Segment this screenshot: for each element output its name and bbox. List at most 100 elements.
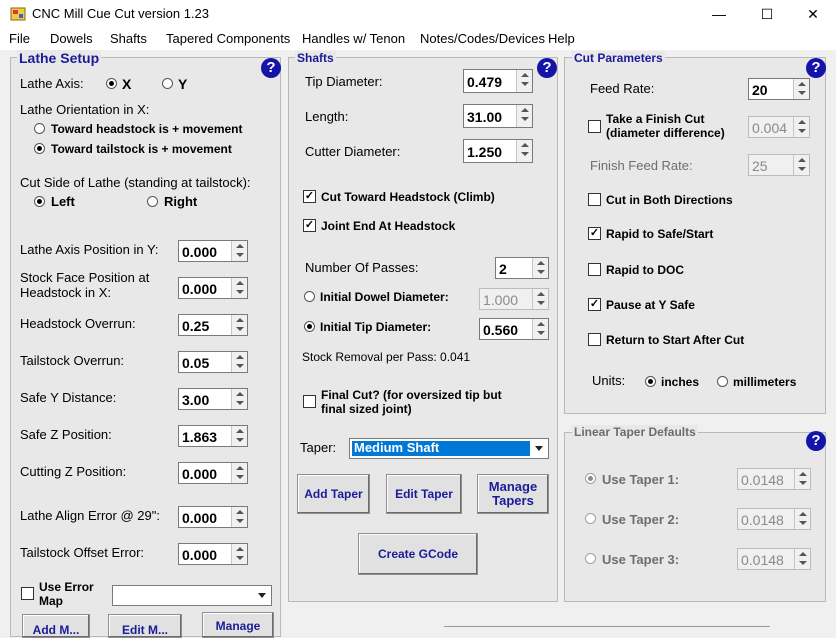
menu-dowels[interactable]: Dowels [50,31,93,46]
axis-y-label: Y [178,76,188,92]
joint-end-headstock-checkbox[interactable]: ✓ [303,219,316,232]
rapid-safe-checkbox[interactable]: ✓ [588,227,601,240]
feed-rate-label: Feed Rate: [590,81,655,96]
initial-dowel-input[interactable]: 1.000 [479,288,549,310]
taper2-input[interactable]: 0.0148 [737,508,811,530]
side-left-radio[interactable] [34,196,45,207]
edit-taper-button[interactable]: Edit Taper [386,474,462,514]
cut-side-label: Cut Side of Lathe (standing at tailstock… [20,175,251,190]
menu-handles[interactable]: Handles w/ Tenon [302,31,405,46]
orientation-label: Lathe Orientation in X: [20,102,150,117]
edit-error-map-button[interactable]: Edit M... [108,614,182,638]
rapid-doc-checkbox[interactable] [588,263,601,276]
maximize-button[interactable]: ☐ [744,0,790,28]
taper1-input[interactable]: 0.0148 [737,468,811,490]
safe-y-label: Safe Y Distance: [20,390,117,405]
axis-y-radio[interactable] [162,78,173,89]
taper3-radio[interactable] [585,553,596,564]
title-bar: CNC Mill Cue Cut version 1.23 — ☐ ✕ [0,0,836,28]
finish-cut-checkbox[interactable] [588,120,601,133]
manage-tapers-button[interactable]: Manage Tapers [477,474,549,514]
headstock-overrun-input[interactable]: 0.25 [178,314,248,336]
linear-taper-title: Linear Taper Defaults [572,425,698,439]
align-error-label: Lathe Align Error @ 29": [20,508,160,523]
lathe-axis-label: Lathe Axis: [20,76,84,91]
cutting-z-input[interactable]: 0.000 [178,462,248,484]
side-right-label: Right [164,194,198,209]
initial-dowel-label: Initial Dowel Diameter: [320,290,449,304]
minimize-button[interactable]: — [696,0,742,28]
stock-face-input[interactable]: 0.000 [178,277,248,299]
shafts-help-icon[interactable]: ? [537,58,557,78]
menu-shafts[interactable]: Shafts [110,31,147,46]
app-icon [10,7,26,21]
stock-removal-text: Stock Removal per Pass: 0.041 [302,350,471,364]
final-cut-label: Final Cut? (for oversized tip but final … [321,388,502,416]
passes-input[interactable]: 2 [495,257,549,279]
add-taper-button[interactable]: Add Taper [297,474,370,514]
lathe-setup-help-icon[interactable]: ? [261,58,281,78]
manage-error-maps-button[interactable]: Manage [202,612,274,638]
tailstock-overrun-input[interactable]: 0.05 [178,351,248,373]
initial-tip-input[interactable]: 0.560 [479,318,549,340]
cut-both-label: Cut in Both Directions [606,193,733,207]
cut-toward-headstock-label: Cut Toward Headstock (Climb) [321,190,495,204]
orient-tailstock-radio[interactable] [34,143,45,154]
cut-both-checkbox[interactable] [588,193,601,206]
linear-taper-help-icon[interactable]: ? [806,431,826,451]
length-input[interactable]: 31.00 [463,104,533,128]
side-right-radio[interactable] [147,196,158,207]
final-cut-checkbox[interactable] [303,395,316,408]
menu-file[interactable]: File [9,31,30,46]
safe-z-input[interactable]: 1.863 [178,425,248,447]
taper3-input[interactable]: 0.0148 [737,548,811,570]
passes-label: Number Of Passes: [305,260,419,275]
cut-parameters-help-icon[interactable]: ? [806,58,826,78]
taper-dropdown[interactable]: Medium Shaft [349,438,549,459]
add-error-map-button[interactable]: Add M... [22,614,90,638]
cut-toward-headstock-checkbox[interactable]: ✓ [303,190,316,203]
feed-rate-input[interactable]: 20 [748,78,810,100]
close-button[interactable]: ✕ [790,0,836,28]
use-error-map-checkbox[interactable] [21,587,34,600]
safe-y-input[interactable]: 3.00 [178,388,248,410]
taper2-radio[interactable] [585,513,596,524]
chevron-down-icon [531,439,548,458]
menu-help[interactable]: Help [548,31,575,46]
taper2-label: Use Taper 2: [602,512,680,527]
initial-dowel-radio[interactable] [304,291,315,302]
tailstock-overrun-label: Tailstock Overrun: [20,353,125,368]
initial-tip-label: Initial Tip Diameter: [320,320,432,334]
finish-cut-input[interactable]: 0.004 [748,116,810,138]
create-gcode-button[interactable]: Create GCode [358,533,478,575]
error-map-dropdown[interactable] [112,585,272,606]
cutter-diameter-input[interactable]: 1.250 [463,139,533,163]
taper1-radio[interactable] [585,473,596,484]
menu-tapered-components[interactable]: Tapered Components [166,31,290,46]
finish-feed-input[interactable]: 25 [748,154,810,176]
axis-position-y-input[interactable]: 0.000 [178,240,248,262]
units-mm-radio[interactable] [717,376,728,387]
tailstock-offset-label: Tailstock Offset Error: [20,545,145,560]
axis-x-radio[interactable] [106,78,117,89]
orient-headstock-radio[interactable] [34,123,45,134]
shafts-title: Shafts [295,51,336,65]
orient-tailstock-label: Toward tailstock is + movement [51,142,232,156]
joint-end-headstock-label: Joint End At Headstock [321,219,456,233]
units-inches-radio[interactable] [645,376,656,387]
pause-y-safe-label: Pause at Y Safe [606,298,695,312]
return-start-label: Return to Start After Cut [606,333,745,347]
cutting-z-label: Cutting Z Position: [20,464,127,479]
tailstock-offset-input[interactable]: 0.000 [178,543,248,565]
align-error-input[interactable]: 0.000 [178,506,248,528]
return-start-checkbox[interactable] [588,333,601,346]
initial-tip-radio[interactable] [304,321,315,332]
pause-y-safe-checkbox[interactable]: ✓ [588,298,601,311]
tip-diameter-input[interactable]: 0.479 [463,69,533,93]
window-title: CNC Mill Cue Cut version 1.23 [32,6,210,21]
cutter-diameter-label: Cutter Diameter: [305,144,401,159]
taper-label: Taper: [300,440,337,455]
safe-z-label: Safe Z Position: [20,427,112,442]
menu-notes[interactable]: Notes/Codes/Devices [420,31,545,46]
units-mm-label: millimeters [733,375,797,389]
